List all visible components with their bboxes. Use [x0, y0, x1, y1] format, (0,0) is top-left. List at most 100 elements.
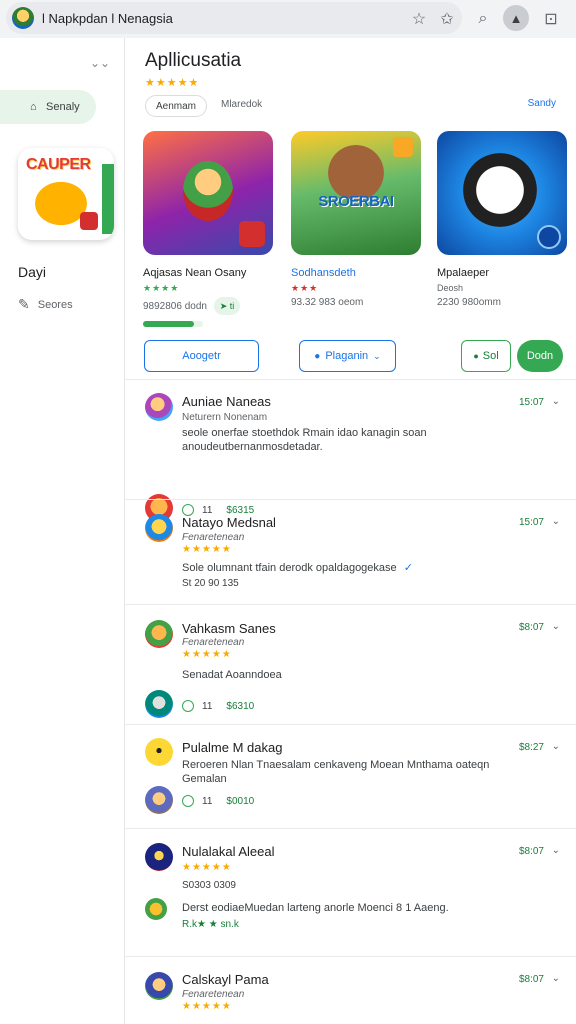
pagination-button[interactable]: ● Plaganin ⌄	[299, 340, 396, 372]
chevron-down-icon[interactable]: ⌄	[552, 516, 560, 527]
sort-button[interactable]: ● Sol	[461, 340, 511, 372]
sidebar-section-title: Dayi	[18, 264, 47, 280]
open-external-icon[interactable]: ⊡	[540, 8, 562, 30]
favorites-star-icon[interactable]: ✩	[436, 8, 458, 30]
review-body: Sole olumnant tfain derodk opaldagogekas…	[182, 561, 512, 575]
avatar	[145, 393, 173, 421]
review-title[interactable]: Vahkasm Sanes	[182, 621, 276, 636]
dice-badge-icon	[239, 221, 265, 247]
review-price: $6310	[226, 700, 255, 712]
review-time: $8:07	[518, 622, 544, 633]
review-title[interactable]: Natayo Medsnal	[182, 515, 276, 530]
chevron-down-icon[interactable]: ⌄	[552, 741, 560, 752]
sidebar-pill-label: Senaly	[46, 101, 80, 113]
featured-app-art[interactable]: CAUPER	[18, 148, 114, 240]
review-time: 15:07	[518, 397, 544, 408]
chat-icon: ●	[473, 351, 479, 361]
avatar	[145, 786, 173, 814]
reply-count: 11	[202, 795, 213, 807]
review-body: seole onerfae stoethdok Rmain idao kanag…	[182, 427, 427, 453]
review-time: $8:27	[518, 742, 544, 753]
url-text[interactable]: l Napkpdan l Nenagsia	[42, 11, 173, 26]
review-extra: St 20 90 135	[182, 578, 239, 589]
review-subtitle: Fenaretenean	[182, 532, 245, 543]
review-extra: S0303 0309	[182, 880, 236, 891]
review-footer: 11 $6310	[182, 700, 254, 712]
panda-character-art	[463, 153, 537, 227]
review-title[interactable]: Nulalakal Aleeal	[182, 844, 275, 859]
filter-text[interactable]: Mlaredok	[221, 99, 262, 110]
reply-count: 11	[202, 700, 213, 712]
game-title[interactable]: Mpalaeper	[437, 267, 571, 279]
review-time: 15:07	[518, 517, 544, 528]
review-title[interactable]: Auniae Naneas	[182, 394, 271, 409]
sidebar-item-active[interactable]: ⌂ Senaly	[0, 90, 96, 124]
review-body-text: Sole olumnant tfain derodk opaldagogekas…	[182, 562, 397, 574]
game-art-logo: SROERBAI	[318, 193, 394, 210]
art-accent	[102, 164, 114, 234]
sidebar-item-label: Seores	[37, 298, 73, 311]
character-art	[183, 161, 233, 221]
chevron-down-icon[interactable]: ⌄	[552, 396, 560, 407]
game-title[interactable]: Aqjasas Nean Osany	[143, 267, 277, 279]
page-title: Apllicusatia	[145, 50, 242, 71]
game-card[interactable]: Mpalaeper Deosh 2230 980omm	[437, 131, 571, 308]
see-all-link[interactable]: Sandy	[528, 98, 556, 109]
reply-count: 11	[202, 504, 213, 516]
divider	[125, 956, 576, 957]
primary-outline-button[interactable]: Aoogetr	[144, 340, 259, 372]
chevron-down-icon[interactable]: ⌄⌄	[90, 56, 110, 70]
review-stars: ★★★★★	[182, 649, 232, 660]
reply-icon[interactable]	[182, 700, 194, 712]
game-card[interactable]: Aqjasas Nean Osany ★★★★ 9892806 dodn ➤ t…	[143, 131, 277, 327]
avatar	[145, 690, 173, 718]
review-footer: 11 $0010	[182, 795, 254, 807]
game-thumbnail[interactable]	[143, 131, 273, 255]
filter-chip[interactable]: Aenmam	[145, 95, 207, 117]
avatar	[145, 898, 167, 920]
review-body: Reroeren Nlan Tnaesalam cenkaveng Moean …	[182, 759, 490, 785]
site-favicon-icon	[12, 7, 34, 29]
game-title[interactable]: Sodhansdeth	[291, 267, 425, 279]
divider	[125, 379, 576, 380]
review-stars: ★★★★★	[182, 544, 232, 555]
coin-badge-icon	[393, 137, 413, 157]
done-button[interactable]: Dodn	[517, 340, 563, 372]
game-thumbnail[interactable]: SROERBAI	[291, 131, 421, 255]
install-progress	[143, 321, 203, 327]
chevron-down-icon[interactable]: ⌄	[552, 621, 560, 632]
review-title[interactable]: Calskayl Pama	[182, 972, 269, 987]
home-icon: ⌂	[30, 101, 37, 113]
chevron-down-icon[interactable]: ⌄	[552, 973, 560, 984]
featured-app-badge	[80, 212, 98, 230]
review-price: $6315	[226, 504, 255, 516]
pencil-icon: ✎	[18, 296, 30, 312]
divider	[125, 604, 576, 605]
game-meta: 9892806 dodn ➤ ti	[143, 297, 277, 315]
address-bar[interactable]: l Napkpdan l Nenagsia	[6, 2, 462, 34]
divider	[125, 828, 576, 829]
review-title[interactable]: Pulalme M dakag	[182, 740, 282, 755]
bookmark-star-icon[interactable]: ☆	[408, 8, 430, 30]
game-card[interactable]: SROERBAI Sodhansdeth ★★★ 93.32 983 oeom	[291, 131, 425, 308]
reply-icon[interactable]	[182, 795, 194, 807]
sidebar: ⌄⌄ ⌂ Senaly CAUPER Dayi ✎ Seores	[0, 38, 125, 1024]
chevron-down-icon[interactable]: ⌄	[552, 845, 560, 856]
action-buttons: Aoogetr ● Plaganin ⌄ ● Sol Dodn	[125, 340, 576, 374]
review-subtitle: Fenaretenean	[182, 637, 245, 648]
game-badge-icon	[537, 225, 561, 249]
chevron-down-icon: ⌄	[373, 350, 381, 361]
sidebar-item-scores[interactable]: ✎ Seores	[18, 296, 73, 313]
review-stars: ★★★★★	[182, 862, 232, 873]
divider	[125, 724, 576, 725]
avatar	[145, 738, 173, 766]
game-thumbnail[interactable]	[437, 131, 567, 255]
profile-avatar-icon[interactable]: ▲	[503, 5, 529, 31]
search-icon[interactable]: ⌕	[472, 8, 494, 30]
review-subtitle: Neturern Nonenam	[182, 412, 268, 423]
review-body: Senadat Aoanndoea	[182, 669, 282, 681]
play-chip[interactable]: ➤ ti	[213, 297, 241, 315]
game-downloads: 9892806 dodn	[143, 301, 207, 312]
game-subtitle: Deosh	[437, 283, 464, 293]
review-body: Derst eodiaeMuedan larteng anorle Moenci…	[182, 902, 449, 914]
